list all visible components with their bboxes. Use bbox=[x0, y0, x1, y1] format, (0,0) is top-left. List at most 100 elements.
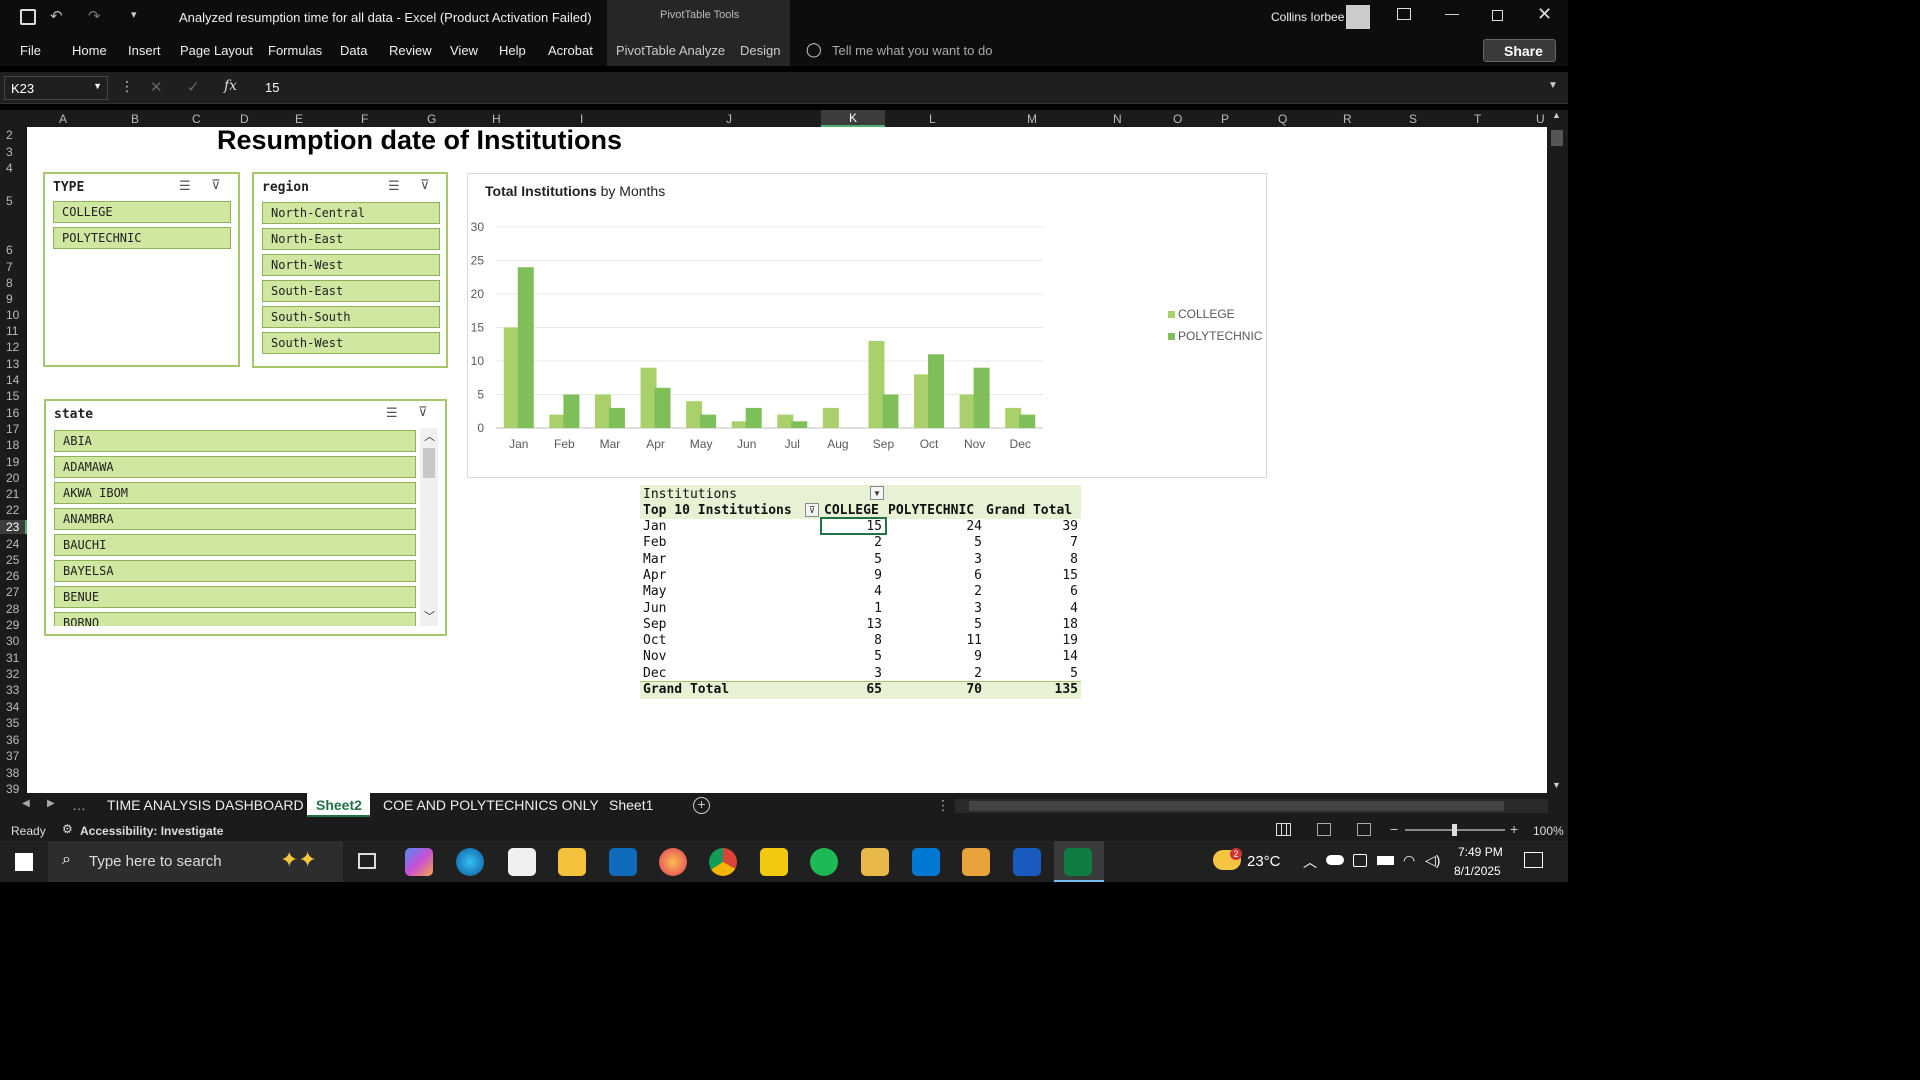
clock-time[interactable]: 7:49 PM bbox=[1458, 845, 1503, 859]
row-header[interactable]: 12 bbox=[6, 340, 19, 354]
bar-college-jul[interactable] bbox=[777, 414, 794, 428]
column-header[interactable]: J bbox=[726, 112, 732, 126]
scroll-down-icon[interactable]: ﹀ bbox=[424, 608, 435, 624]
row-header[interactable]: 6 bbox=[6, 243, 13, 257]
bar-polytechnic-jan[interactable] bbox=[517, 267, 534, 428]
bar-college-dec[interactable] bbox=[1005, 407, 1022, 428]
bar-polytechnic-oct[interactable] bbox=[928, 354, 945, 428]
page-layout-view-icon[interactable] bbox=[1317, 823, 1331, 836]
vertical-scrollbar[interactable]: ▲ ▼ bbox=[1547, 110, 1568, 793]
snipping-tool-icon[interactable] bbox=[861, 848, 889, 876]
next-sheet-icon[interactable]: ▶ bbox=[47, 798, 55, 809]
insert-function-icon[interactable]: fx bbox=[224, 78, 237, 94]
scroll-up-icon[interactable]: ▲ bbox=[1552, 110, 1561, 120]
hscroll-thumb[interactable] bbox=[969, 801, 1504, 811]
sheet-tab-sheet1[interactable]: Sheet1 bbox=[609, 797, 653, 813]
slicer-item-bauchi[interactable]: BAUCHI bbox=[54, 534, 416, 556]
chrome-icon[interactable] bbox=[709, 848, 737, 876]
cancel-icon[interactable]: ✕ bbox=[150, 78, 163, 96]
windows-start-icon[interactable] bbox=[15, 853, 33, 871]
row-header[interactable]: 14 bbox=[6, 373, 19, 387]
slicer-item-college[interactable]: COLLEGE bbox=[53, 201, 231, 223]
slicer-item-polytechnic[interactable]: POLYTECHNIC bbox=[53, 227, 231, 249]
slicer-item-adamawa[interactable]: ADAMAWA bbox=[54, 456, 416, 478]
row-header[interactable]: 22 bbox=[6, 503, 19, 517]
show-hidden-icons[interactable]: ︿ bbox=[1303, 852, 1317, 872]
autosave-icon[interactable] bbox=[20, 9, 36, 25]
word-icon[interactable] bbox=[1013, 848, 1041, 876]
filter-dropdown-icon[interactable]: ▼ bbox=[870, 486, 884, 500]
tell-me-search[interactable]: Tell me what you want to do bbox=[832, 43, 992, 58]
column-header[interactable]: P bbox=[1221, 112, 1229, 126]
scroll-thumb[interactable] bbox=[423, 448, 435, 478]
zoom-slider[interactable] bbox=[1405, 824, 1505, 836]
bar-college-feb[interactable] bbox=[549, 414, 566, 428]
zoom-in-icon[interactable]: + bbox=[1510, 821, 1518, 837]
bar-college-jan[interactable] bbox=[503, 327, 520, 429]
column-header[interactable]: U bbox=[1536, 112, 1545, 126]
row-header[interactable]: 7 bbox=[6, 260, 13, 274]
enter-icon[interactable]: ✓ bbox=[187, 78, 200, 96]
row-header[interactable]: 36 bbox=[6, 733, 19, 747]
slicer-item-abia[interactable]: ABIA bbox=[54, 430, 416, 452]
meet-icon[interactable] bbox=[1353, 854, 1367, 867]
row-header[interactable]: 13 bbox=[6, 357, 19, 371]
onedrive-icon[interactable] bbox=[1326, 855, 1344, 865]
column-header[interactable]: O bbox=[1173, 112, 1182, 126]
spotify-icon[interactable] bbox=[810, 848, 838, 876]
battery-icon[interactable] bbox=[1377, 856, 1394, 865]
bar-polytechnic-nov[interactable] bbox=[973, 367, 990, 428]
slicer-item-south-south[interactable]: South-South bbox=[262, 306, 440, 328]
row-header[interactable]: 23 bbox=[0, 520, 27, 534]
column-header[interactable]: T bbox=[1474, 112, 1481, 126]
tab-page-layout[interactable]: Page Layout bbox=[180, 43, 253, 58]
bar-polytechnic-dec[interactable] bbox=[1019, 414, 1036, 428]
bar-college-may[interactable] bbox=[686, 401, 703, 428]
zoom-level[interactable]: 100% bbox=[1533, 824, 1564, 838]
bar-college-sep[interactable] bbox=[868, 340, 885, 428]
tab-design[interactable]: Design bbox=[740, 43, 780, 58]
slicer-item-north-central[interactable]: North-Central bbox=[262, 202, 440, 224]
row-header[interactable]: 32 bbox=[6, 667, 19, 681]
slicer-item-north-east[interactable]: North-East bbox=[262, 228, 440, 250]
undo-icon[interactable]: ↶ bbox=[50, 7, 63, 25]
row-header[interactable]: 33 bbox=[6, 683, 19, 697]
slicer-item-north-west[interactable]: North-West bbox=[262, 254, 440, 276]
bar-polytechnic-apr[interactable] bbox=[654, 387, 671, 428]
row-header[interactable]: 38 bbox=[6, 766, 19, 780]
row-header[interactable]: 4 bbox=[6, 161, 13, 175]
row-header[interactable]: 16 bbox=[6, 406, 19, 420]
zoom-thumb[interactable] bbox=[1452, 824, 1457, 836]
scroll-down-icon[interactable]: ▼ bbox=[1552, 780, 1561, 790]
row-header[interactable]: 3 bbox=[6, 145, 13, 159]
row-header[interactable]: 18 bbox=[6, 438, 19, 452]
bar-polytechnic-may[interactable] bbox=[700, 414, 717, 428]
slicer-state[interactable]: state ☰ ⊽ ABIA ADAMAWA AKWA IBOM ANAMBRA… bbox=[44, 399, 447, 636]
slicer-item-south-west[interactable]: South-West bbox=[262, 332, 440, 354]
user-name[interactable]: Collins Iorbee bbox=[1271, 10, 1344, 24]
power-bi-icon[interactable] bbox=[760, 848, 788, 876]
row-header[interactable]: 21 bbox=[6, 487, 19, 501]
volume-icon[interactable]: ◁) bbox=[1425, 852, 1440, 869]
tab-file[interactable]: File bbox=[20, 43, 41, 58]
row-header[interactable]: 5 bbox=[6, 194, 13, 208]
row-header[interactable]: 17 bbox=[6, 422, 19, 436]
accessibility-icon[interactable]: ⚙ bbox=[62, 822, 73, 836]
horizontal-scrollbar[interactable] bbox=[955, 799, 1548, 813]
page-break-view-icon[interactable] bbox=[1357, 823, 1371, 836]
tab-insert[interactable]: Insert bbox=[128, 43, 161, 58]
bar-college-mar[interactable] bbox=[594, 394, 611, 429]
add-sheet-icon[interactable]: + bbox=[693, 797, 710, 814]
row-header[interactable]: 31 bbox=[6, 651, 19, 665]
formula-value[interactable]: 15 bbox=[265, 80, 279, 95]
split-handle-icon[interactable]: ⋮ bbox=[936, 797, 950, 814]
clear-filter-icon[interactable]: ⊽ bbox=[211, 177, 221, 193]
file-explorer-icon[interactable] bbox=[558, 848, 586, 876]
excel-icon[interactable] bbox=[1064, 848, 1092, 876]
row-header[interactable]: 27 bbox=[6, 585, 19, 599]
bar-college-nov[interactable] bbox=[959, 394, 976, 429]
notifications-icon[interactable] bbox=[1524, 852, 1543, 868]
multi-select-icon[interactable]: ☰ bbox=[179, 178, 191, 194]
row-header[interactable]: 19 bbox=[6, 455, 19, 469]
column-header[interactable]: G bbox=[427, 112, 436, 126]
